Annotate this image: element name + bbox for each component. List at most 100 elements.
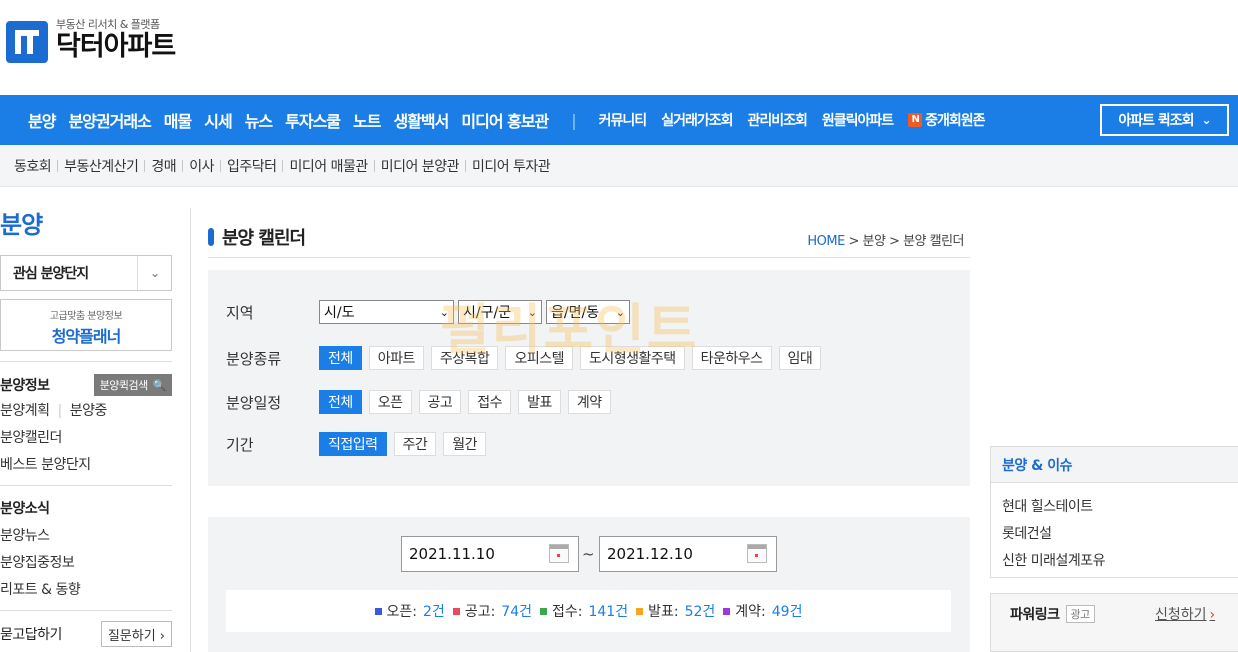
- gnb-item-notes[interactable]: 노트: [353, 108, 381, 132]
- planner-title: 청약플래너: [51, 327, 122, 346]
- subscription-planner-banner[interactable]: 고급맞춤 분양정보 청약플래너: [0, 299, 172, 351]
- sidebar-item-focus[interactable]: 분양집중정보: [0, 550, 172, 577]
- period-chip-monthly[interactable]: 월간: [443, 432, 487, 456]
- chevron-down-icon: ⌄: [1201, 113, 1212, 127]
- calendar-icon[interactable]: [747, 544, 767, 563]
- issue-panel: 분양 & 이슈 현대 힐스테이트 롯데건설 신한 미래설계포유: [990, 446, 1238, 578]
- sidebar-item-plan[interactable]: 분양계획: [0, 403, 50, 419]
- end-date-value: 2021.12.10: [607, 545, 693, 563]
- quick-search-button-label: 분양퀵검색: [99, 379, 149, 392]
- start-date-input[interactable]: 2021.11.10: [401, 536, 579, 572]
- date-range-separator: ~: [582, 545, 595, 563]
- gnb-item-presale-market[interactable]: 분양권거래소: [68, 108, 151, 132]
- breadcrumb: HOME > 분양 > 분양 캘린더: [807, 230, 964, 249]
- issue-item[interactable]: 롯데건설: [991, 521, 1238, 548]
- schedule-chip-all[interactable]: 전체: [319, 390, 362, 414]
- apartment-quick-search-button[interactable]: 아파트 퀵조회 ⌄: [1100, 104, 1229, 136]
- type-chip-urban-housing[interactable]: 도시형생활주택: [579, 346, 685, 370]
- snb-item-media-listings[interactable]: 미디어 매물관: [289, 156, 368, 176]
- left-sidebar: 분양 관심 분양단지 ⌄ 고급맞춤 분양정보 청약플래너 분양정보 분양퀵검색 …: [0, 205, 172, 649]
- issue-heading: 분양 & 이슈: [991, 447, 1238, 483]
- snb-item-club[interactable]: 동호회: [14, 156, 52, 176]
- chevron-down-icon: ⌄: [527, 305, 537, 319]
- schedule-chip-apply[interactable]: 접수: [468, 390, 512, 414]
- end-date-input[interactable]: 2021.12.10: [599, 536, 777, 572]
- planner-subtitle: 고급맞춤 분양정보: [49, 311, 123, 322]
- sidebar-title: 분양: [0, 211, 43, 239]
- snb-item-calculator[interactable]: 부동산계산기: [64, 156, 139, 176]
- search-icon: 🔍: [152, 378, 167, 392]
- province-select[interactable]: 시/도 ⌄: [319, 300, 454, 324]
- snb-item-move-in-doctor[interactable]: 입주닥터: [227, 156, 277, 176]
- presale-quick-search-button[interactable]: 분양퀵검색 🔍: [93, 374, 172, 396]
- power-link-title: 파워링크 광고: [1010, 604, 1095, 624]
- gnb-item-prices[interactable]: 시세: [204, 108, 232, 132]
- page-header: 분양 캘린더 HOME > 분양 > 분양 캘린더: [208, 222, 970, 258]
- town-select[interactable]: 읍/면/동 ⌄: [546, 300, 630, 324]
- calendar-icon[interactable]: [549, 544, 569, 563]
- stat-open: 오픈: 2건: [374, 601, 445, 621]
- issue-item[interactable]: 신한 미래설계포유: [991, 548, 1238, 575]
- apply-label: 신청하기: [1155, 607, 1207, 623]
- gnb-item-community[interactable]: 커뮤니티: [599, 110, 648, 130]
- favorite-select-label: 관심 분양단지: [13, 266, 89, 282]
- chevron-right-icon: ›: [1209, 607, 1216, 623]
- type-chip-all[interactable]: 전체: [319, 346, 362, 370]
- quick-search-label: 아파트 퀵조회: [1118, 113, 1194, 129]
- gnb-item-bunyang[interactable]: 분양: [28, 108, 56, 132]
- schedule-chip-open[interactable]: 오픈: [368, 390, 412, 414]
- gnb-item-one-click[interactable]: 원클릭아파트: [822, 110, 894, 130]
- sidebar-item-news[interactable]: 분양뉴스: [0, 523, 172, 550]
- snb-item-media-presale[interactable]: 미디어 분양관: [381, 156, 460, 176]
- period-chip-custom[interactable]: 직접입력: [319, 432, 387, 456]
- site-logo[interactable]: 부동산 리서치 & 플랫폼 닥터아파트: [6, 18, 176, 66]
- gnb-item-media-pr[interactable]: 미디어 홍보관: [461, 108, 549, 132]
- gnb-separator: |: [571, 110, 577, 130]
- chevron-down-icon: ⌄: [615, 305, 625, 319]
- snb-item-moving[interactable]: 이사: [189, 156, 214, 176]
- stat-announce: 발표: 52건: [636, 601, 715, 621]
- province-select-value: 시/도: [324, 305, 355, 321]
- ask-question-button[interactable]: 질문하기 ›: [100, 621, 172, 647]
- type-chip-apartment[interactable]: 아파트: [368, 346, 424, 370]
- schedule-chip-announce[interactable]: 발표: [518, 390, 561, 414]
- n-badge-icon: N: [908, 113, 923, 127]
- schedule-chip-contract[interactable]: 계약: [567, 390, 611, 414]
- apply-ad-link[interactable]: 신청하기 ›: [1155, 604, 1215, 624]
- period-label: 기간: [226, 435, 254, 454]
- district-select[interactable]: 시/구/군 ⌄: [458, 300, 542, 324]
- period-chip-weekly[interactable]: 주간: [393, 432, 437, 456]
- region-label: 지역: [226, 303, 254, 322]
- chevron-down-icon: ⌄: [439, 305, 449, 319]
- gnb-item-management-fee[interactable]: 관리비조회: [747, 110, 807, 130]
- sidebar-item-calendar[interactable]: 분양캘린더: [0, 425, 172, 452]
- district-select-value: 시/구/군: [463, 305, 512, 321]
- breadcrumb-home[interactable]: HOME: [807, 234, 845, 249]
- gnb-item-life-guide[interactable]: 생활백서: [393, 108, 449, 132]
- snb-item-auction[interactable]: 경매: [151, 156, 176, 176]
- favorite-complex-select[interactable]: 관심 분양단지 ⌄: [0, 255, 172, 291]
- ad-tag: 광고: [1065, 605, 1095, 623]
- sidebar-item-report[interactable]: 리포트 & 동향: [0, 577, 172, 604]
- power-link-panel: 파워링크 광고 신청하기 ›: [990, 593, 1238, 652]
- sub-nav: 동호회 부동산계산기 경매 이사 입주닥터 미디어 매물관 미디어 분양관 미디…: [0, 145, 1238, 187]
- type-chip-townhouse[interactable]: 타운하우스: [691, 346, 772, 370]
- issue-item[interactable]: 현대 힐스테이트: [991, 494, 1238, 521]
- schedule-chip-notice[interactable]: 공고: [418, 390, 462, 414]
- gnb-item-news[interactable]: 뉴스: [245, 108, 273, 132]
- type-chip-officetel[interactable]: 오피스텔: [505, 346, 573, 370]
- gnb-item-real-trade[interactable]: 실거래가조회: [661, 110, 733, 130]
- type-chip-rental[interactable]: 임대: [778, 346, 822, 370]
- gnb-item-agent-zone[interactable]: N 중개회원존: [908, 110, 986, 130]
- date-range-panel: 2021.11.10 ~ 2021.12.10 오픈: 2건 공고: 74건 접수:…: [208, 517, 970, 652]
- sidebar-item-best[interactable]: 베스트 분양단지: [0, 452, 172, 479]
- start-date-value: 2021.11.10: [409, 545, 495, 563]
- sidebar-item-ongoing[interactable]: 분양중: [70, 403, 108, 419]
- chevron-down-icon: ⌄: [137, 256, 171, 290]
- type-chip-mixed-use[interactable]: 주상복합: [430, 346, 499, 370]
- snb-item-media-invest[interactable]: 미디어 투자관: [472, 156, 551, 176]
- sidebar-heading-qa: 묻고답하기: [0, 627, 62, 643]
- gnb-item-listings[interactable]: 매물: [164, 108, 192, 132]
- stat-notice: 공고: 74건: [452, 601, 532, 621]
- gnb-item-invest-school[interactable]: 투자스쿨: [285, 108, 341, 132]
